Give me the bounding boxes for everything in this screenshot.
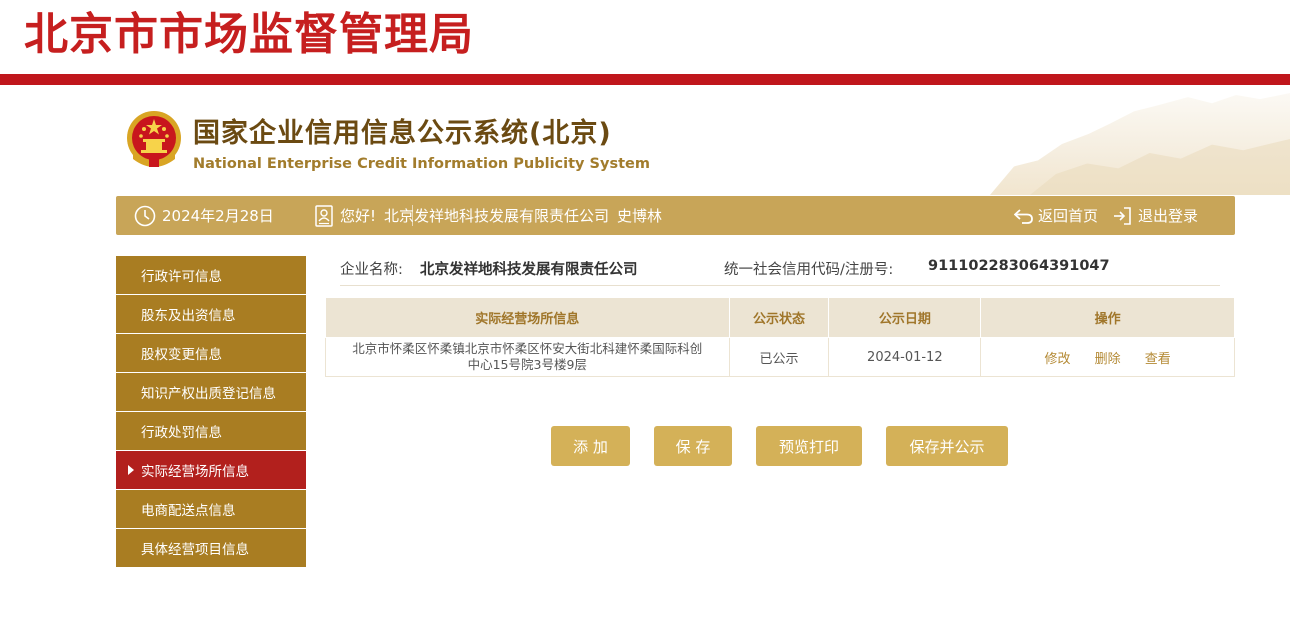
add-button[interactable]: 添 加 bbox=[551, 426, 630, 466]
clock-icon bbox=[134, 205, 156, 227]
table-row: 北京市怀柔区怀柔镇北京市怀柔区怀安大街北科建怀柔国际科创 中心15号院3号楼9层… bbox=[325, 337, 1235, 377]
sidebar-item-label: 行政许可信息 bbox=[141, 269, 222, 285]
sidebar-menu: 行政许可信息 股东及出资信息 股权变更信息 知识产权出质登记信息 行政处罚信息 … bbox=[116, 256, 306, 568]
preview-print-button[interactable]: 预览打印 bbox=[756, 426, 862, 466]
home-label: 返回首页 bbox=[1038, 207, 1099, 225]
column-header-address: 实际经营场所信息 bbox=[325, 297, 730, 338]
delete-link[interactable]: 删除 bbox=[1095, 352, 1121, 367]
return-arrow-icon bbox=[1014, 207, 1034, 225]
company-name-value: 北京发祥地科技发展有限责任公司 bbox=[420, 262, 638, 278]
credit-code-value: 911102283064391047 bbox=[928, 258, 1110, 274]
bureau-title: 北京市市场监督管理局 bbox=[24, 9, 474, 60]
home-link[interactable]: 返回首页 bbox=[1014, 196, 1098, 235]
sidebar-item-admin-penalty[interactable]: 行政处罚信息 bbox=[116, 412, 306, 451]
column-header-actions: 操作 bbox=[980, 297, 1235, 338]
date-cell: 2024-01-12 bbox=[828, 337, 982, 377]
user-card-icon bbox=[314, 204, 334, 227]
sidebar-item-business-items[interactable]: 具体经营项目信息 bbox=[116, 529, 306, 568]
sidebar-item-shareholders[interactable]: 股东及出资信息 bbox=[116, 295, 306, 334]
sidebar-item-ip-pledge[interactable]: 知识产权出质登记信息 bbox=[116, 373, 306, 412]
sidebar-item-label: 股权变更信息 bbox=[141, 347, 222, 363]
save-button[interactable]: 保 存 bbox=[654, 426, 732, 466]
current-date: 2024年2月28日 bbox=[162, 207, 274, 225]
system-title-english: National Enterprise Credit Information P… bbox=[193, 156, 650, 172]
sidebar-item-admin-license[interactable]: 行政许可信息 bbox=[116, 256, 306, 295]
red-divider-band bbox=[0, 74, 1290, 85]
address-line: 中心15号院3号楼9层 bbox=[467, 357, 587, 372]
active-arrow-icon bbox=[128, 465, 134, 475]
company-info-row: 企业名称: 北京发祥地科技发展有限责任公司 统一社会信用代码/注册号: 9111… bbox=[340, 256, 1220, 286]
logout-label: 退出登录 bbox=[1138, 207, 1199, 225]
premises-table: 实际经营场所信息 公示状态 公示日期 操作 北京市怀柔区怀柔镇北京市怀柔区怀安大… bbox=[325, 297, 1235, 377]
greeting-text: 您好! bbox=[340, 207, 377, 225]
system-header: 国家企业信用信息公示系统(北京) National Enterprise Cre… bbox=[0, 85, 1290, 195]
company-name-topbar: 北京发祥地科技发展有限责任公司 bbox=[384, 207, 610, 225]
address-line: 北京市怀柔区怀柔镇北京市怀柔区怀安大街北科建怀柔国际科创 bbox=[352, 341, 703, 356]
logout-link[interactable]: 退出登录 bbox=[1112, 196, 1198, 235]
logout-icon bbox=[1112, 206, 1132, 226]
date-display: 2024年2月28日 bbox=[134, 196, 274, 235]
company-name-label: 企业名称: bbox=[340, 262, 403, 278]
edit-link[interactable]: 修改 bbox=[1044, 352, 1070, 367]
sidebar-item-label: 实际经营场所信息 bbox=[141, 464, 249, 480]
sidebar-item-label: 股东及出资信息 bbox=[141, 308, 236, 324]
system-title: 国家企业信用信息公示系统(北京) bbox=[193, 118, 612, 149]
user-info-bar: 2024年2月28日 您好! 北京发祥地科技发展有限责任公司 史博林 返回首页 … bbox=[116, 196, 1235, 235]
column-header-date: 公示日期 bbox=[828, 297, 982, 338]
top-banner: 北京市市场监督管理局 bbox=[0, 0, 1290, 75]
national-emblem-icon bbox=[125, 109, 183, 171]
sidebar-item-label: 具体经营项目信息 bbox=[141, 542, 249, 558]
sidebar-item-business-premises[interactable]: 实际经营场所信息 bbox=[116, 451, 306, 490]
user-name: 史博林 bbox=[617, 207, 663, 225]
credit-code-label: 统一社会信用代码/注册号: bbox=[724, 262, 894, 278]
column-header-status: 公示状态 bbox=[728, 297, 830, 338]
user-greeting: 您好! 北京发祥地科技发展有限责任公司 史博林 bbox=[314, 196, 662, 235]
sidebar-item-label: 行政处罚信息 bbox=[141, 425, 222, 441]
sidebar-item-label: 知识产权出质登记信息 bbox=[141, 386, 276, 402]
address-cell: 北京市怀柔区怀柔镇北京市怀柔区怀安大街北科建怀柔国际科创 中心15号院3号楼9层 bbox=[325, 337, 730, 377]
actions-cell: 修改 删除 查看 bbox=[980, 337, 1235, 377]
save-and-publish-button[interactable]: 保存并公示 bbox=[886, 426, 1008, 466]
sidebar-item-ecommerce-delivery[interactable]: 电商配送点信息 bbox=[116, 490, 306, 529]
status-cell: 已公示 bbox=[728, 337, 830, 377]
sidebar-item-label: 电商配送点信息 bbox=[141, 503, 236, 519]
view-link[interactable]: 查看 bbox=[1145, 352, 1171, 367]
sidebar-item-equity-change[interactable]: 股权变更信息 bbox=[116, 334, 306, 373]
table-header-row: 实际经营场所信息 公示状态 公示日期 操作 bbox=[325, 297, 1235, 338]
